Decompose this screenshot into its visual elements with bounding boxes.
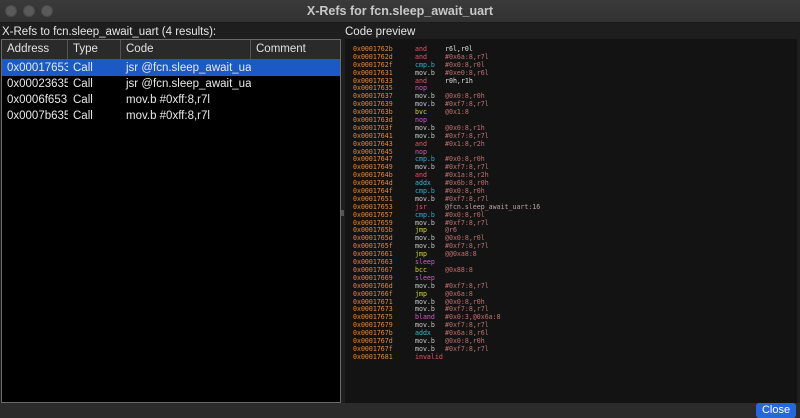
code-operands: #0x1:8,r2h — [445, 139, 485, 148]
table-row[interactable]: 0x0007b635 Call mov.b #0xff:8,r7l — [2, 108, 340, 124]
cell-code: mov.b #0xff:8,r7l — [126, 94, 210, 106]
table-row[interactable]: 0x0006f653 Call mov.b #0xff:8,r7l — [2, 92, 340, 108]
code-address: 0x00017681 — [353, 352, 393, 361]
cell-type: Call — [73, 78, 93, 90]
column-header-type[interactable]: Type — [68, 40, 121, 59]
code-preview-label: Code preview — [345, 26, 416, 38]
table-row[interactable]: 0x00023635 Call jsr @fcn.sleep_await_uart:… — [2, 76, 340, 92]
cell-type: Call — [73, 62, 93, 74]
cell-type: Call — [73, 110, 93, 122]
footer-bar: Close — [0, 403, 800, 418]
table-header: Address Type Code Comment — [2, 40, 340, 60]
code-preview-pane: 0x0001762b and r6l,r0l 0x0001762d and #0x6a:8… — [345, 39, 797, 403]
splitter-grip-icon[interactable] — [341, 210, 344, 216]
code-operands: r0h,r1h — [445, 76, 473, 85]
cell-comment — [251, 76, 340, 92]
cell-type: Call — [73, 94, 93, 106]
cell-comment — [251, 92, 340, 108]
cell-address: 0x00017653 — [7, 62, 68, 74]
cell-address: 0x00023635 — [7, 78, 68, 90]
code-operands: @0x1:8 — [445, 108, 469, 117]
table-row[interactable]: 0x00017653 Call jsr @fcn.sleep_await_uart:… — [2, 60, 340, 76]
column-header-code[interactable]: Code — [121, 40, 251, 59]
cell-code: mov.b #0xff:8,r7l — [126, 110, 210, 122]
close-button[interactable]: Close — [756, 403, 796, 418]
window-title: X-Refs for fcn.sleep_await_uart — [306, 4, 494, 18]
code-mnemonic: invalid — [415, 352, 443, 361]
cell-address: 0x0006f653 — [7, 94, 68, 106]
cell-code: jsr @fcn.sleep_await_uart:16 — [126, 62, 251, 74]
cell-comment — [251, 60, 340, 76]
column-header-address[interactable]: Address — [2, 40, 68, 59]
table-body: 0x00017653 Call jsr @fcn.sleep_await_uart:… — [2, 60, 340, 124]
pane-splitter[interactable] — [342, 39, 344, 403]
cell-comment — [251, 108, 340, 124]
code-operands: #0xf7:8,r7l — [445, 344, 489, 353]
cell-address: 0x0007b635 — [7, 110, 68, 122]
code-operands: @@0xa8:8 — [445, 250, 477, 259]
xrefs-table: Address Type Code Comment 0x00017653 Call… — [1, 39, 341, 403]
code-operands: @0x88:8 — [445, 265, 473, 274]
cell-code: jsr @fcn.sleep_await_uart:16 — [126, 78, 251, 90]
column-header-comment[interactable]: Comment — [251, 40, 340, 59]
window-titlebar: X-Refs for fcn.sleep_await_uart — [0, 0, 800, 23]
xrefs-label: X-Refs to fcn.sleep_await_uart (4 result… — [2, 26, 217, 38]
